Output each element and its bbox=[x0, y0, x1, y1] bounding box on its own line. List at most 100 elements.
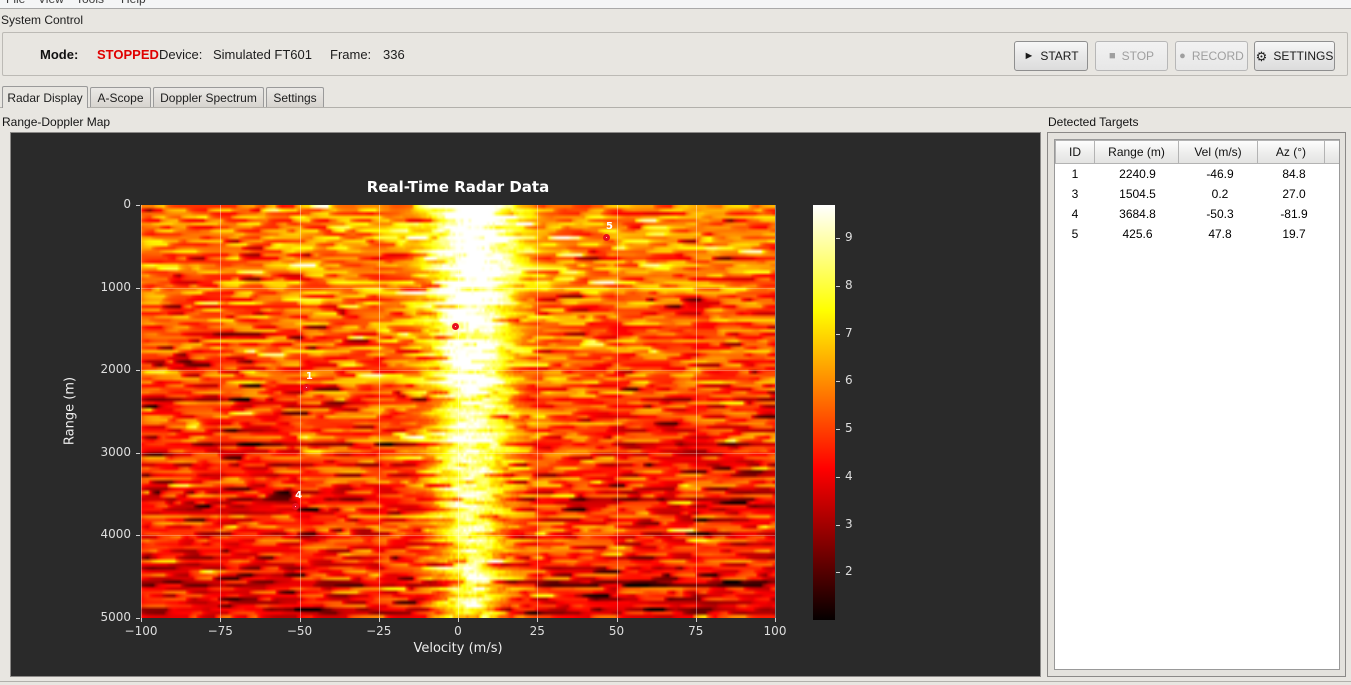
settings-button[interactable]: ⚙ SETTINGS bbox=[1254, 41, 1335, 71]
tab-a-scope[interactable]: A-Scope bbox=[90, 87, 151, 107]
x-tick-label: 50 bbox=[608, 624, 625, 638]
range-doppler-map-label: Range-Doppler Map bbox=[2, 115, 111, 129]
start-button[interactable]: ► START bbox=[1014, 41, 1088, 71]
y-tick-label: 0 bbox=[123, 197, 131, 211]
table-row[interactable]: 5 425.6 47.8 19.7 bbox=[1055, 224, 1339, 244]
target-marker[interactable] bbox=[603, 233, 611, 241]
table-cell: 4 bbox=[1071, 207, 1079, 221]
table-cell: 19.7 bbox=[1282, 227, 1306, 241]
colorbar-tick bbox=[836, 333, 840, 335]
y-tick bbox=[136, 287, 140, 289]
y-axis-label: Range (m) bbox=[62, 376, 78, 446]
target-id-label: 4 bbox=[295, 490, 303, 502]
detected-targets-panel: ID Range (m) Vel (m/s) Az (°) 1 2240.9 -46.9 8… bbox=[1047, 132, 1346, 677]
target-marker[interactable] bbox=[302, 383, 310, 391]
table-cell: 5 bbox=[1071, 227, 1079, 241]
y-gridline bbox=[141, 370, 775, 372]
menu-tools[interactable]: Tools bbox=[76, 0, 104, 6]
x-tick-label: 100 bbox=[763, 624, 787, 638]
x-gridline bbox=[141, 205, 142, 618]
column-header-vel-m-s[interactable]: Vel (m/s) bbox=[1178, 140, 1258, 164]
x-tick-label: 0 bbox=[454, 624, 462, 638]
column-header-az[interactable]: Az (°) bbox=[1257, 140, 1325, 164]
stop-button-label: STOP bbox=[1121, 49, 1155, 63]
column-header-range-m[interactable]: Range (m) bbox=[1094, 140, 1179, 164]
target-marker[interactable] bbox=[292, 502, 300, 510]
table-cell: -46.9 bbox=[1206, 167, 1234, 181]
x-tick-label: 75 bbox=[688, 624, 704, 638]
radar-app-window: File View Tools Help System Control Mode… bbox=[0, 0, 1351, 685]
x-tick bbox=[695, 618, 697, 622]
detected-targets-table[interactable]: ID Range (m) Vel (m/s) Az (°) 1 2240.9 -46.9 8… bbox=[1054, 139, 1340, 670]
tab-doppler-spectrum[interactable]: Doppler Spectrum bbox=[153, 87, 264, 107]
gear-icon: ⚙ bbox=[1255, 48, 1268, 64]
device-label: Device: bbox=[159, 47, 203, 62]
x-tick bbox=[299, 618, 301, 622]
x-gridline bbox=[775, 205, 776, 618]
mode-value: STOPPED bbox=[97, 47, 159, 62]
x-tick bbox=[616, 618, 618, 622]
start-button-label: START bbox=[1040, 49, 1079, 63]
y-gridline bbox=[141, 452, 775, 454]
settings-button-label: SETTINGS bbox=[1273, 49, 1334, 63]
tab-settings[interactable]: Settings bbox=[266, 87, 324, 107]
table-cell: 3684.8 bbox=[1119, 207, 1156, 221]
tab-radar-display[interactable]: Radar Display bbox=[2, 86, 88, 108]
x-tick bbox=[458, 618, 459, 622]
stop-icon: ■ bbox=[1108, 49, 1116, 62]
y-tick bbox=[136, 535, 140, 537]
frame-label: Frame: bbox=[330, 47, 372, 62]
colorbar-tick bbox=[836, 381, 840, 383]
colorbar-tick bbox=[836, 476, 840, 478]
target-marker[interactable] bbox=[452, 322, 460, 330]
table-row[interactable]: 4 3684.8 -50.3 -81.9 bbox=[1055, 204, 1339, 224]
system-control-title: System Control bbox=[1, 13, 84, 27]
table-cell: 27.0 bbox=[1282, 187, 1306, 201]
x-tick-label: −100 bbox=[124, 624, 158, 638]
frame-value: 336 bbox=[383, 47, 405, 62]
column-header-id[interactable]: ID bbox=[1055, 140, 1095, 164]
menu-view[interactable]: View bbox=[38, 0, 64, 6]
table-row[interactable]: 1 2240.9 -46.9 84.8 bbox=[1055, 164, 1339, 184]
colorbar-tick bbox=[836, 429, 840, 431]
table-cell: 1 bbox=[1071, 167, 1079, 181]
x-gridline bbox=[378, 205, 380, 618]
x-tick bbox=[775, 618, 776, 622]
colorbar-tick bbox=[836, 572, 840, 574]
colorbar-tick bbox=[836, 524, 840, 526]
table-cell: -50.3 bbox=[1206, 207, 1234, 221]
table-cell: 0.2 bbox=[1211, 187, 1229, 201]
x-gridline bbox=[220, 205, 222, 618]
x-tick bbox=[378, 618, 380, 622]
colorbar-tick-label: 3 bbox=[845, 516, 853, 531]
table-cell: -81.9 bbox=[1280, 207, 1308, 221]
menu-file[interactable]: File bbox=[6, 0, 25, 6]
record-button: ● RECORD bbox=[1175, 41, 1248, 71]
target-id-label: 5 bbox=[606, 221, 613, 233]
x-tick bbox=[141, 618, 142, 622]
x-tick-label: 25 bbox=[529, 624, 545, 638]
table-cell: 1504.5 bbox=[1119, 187, 1156, 201]
y-tick-label: 3000 bbox=[100, 444, 131, 459]
menu-bar: File View Tools Help bbox=[0, 0, 1351, 9]
y-tick-label: 1000 bbox=[100, 279, 131, 294]
x-gridline bbox=[299, 205, 301, 618]
table-row[interactable]: 3 1504.5 0.2 27.0 bbox=[1055, 184, 1339, 204]
record-button-label: RECORD bbox=[1191, 49, 1244, 63]
colorbar-tick-label: 4 bbox=[845, 468, 853, 483]
column-header-filler bbox=[1324, 140, 1339, 164]
mode-label: Mode: bbox=[40, 47, 79, 62]
menu-help[interactable]: Help bbox=[121, 0, 146, 6]
colorbar-tick-label: 8 bbox=[845, 278, 853, 293]
detected-targets-label: Detected Targets bbox=[1048, 115, 1139, 129]
colorbar-tick-label: 2 bbox=[845, 564, 853, 579]
plot-title: Real-Time Radar Data bbox=[366, 178, 550, 196]
stop-button: ■ STOP bbox=[1095, 41, 1168, 71]
table-cell: 84.8 bbox=[1282, 167, 1306, 181]
play-icon: ► bbox=[1023, 49, 1035, 62]
table-cell: 3 bbox=[1071, 187, 1079, 201]
colorbar-tick-label: 6 bbox=[845, 373, 853, 388]
y-tick bbox=[136, 452, 140, 454]
x-tick-label: −25 bbox=[366, 624, 392, 638]
table-cell: 47.8 bbox=[1208, 227, 1232, 241]
